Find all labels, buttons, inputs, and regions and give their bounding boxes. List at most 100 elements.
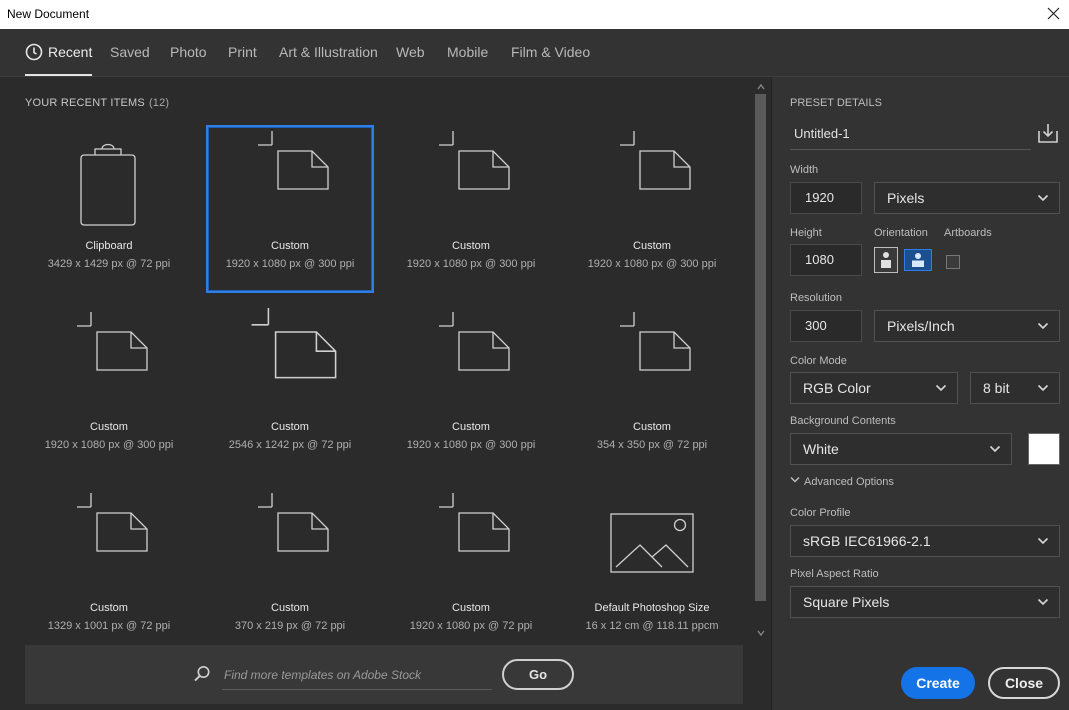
clock-icon bbox=[25, 43, 43, 61]
recent-item-dimensions: 354 x 350 px @ 72 ppi bbox=[596, 439, 708, 451]
scroll-down-icon[interactable] bbox=[756, 628, 766, 638]
recent-item-card[interactable]: Clipboard 3429 x 1429 px @ 72 ppi bbox=[25, 125, 193, 293]
clipboard-icon bbox=[80, 143, 136, 226]
go-button[interactable]: Go bbox=[502, 659, 574, 690]
recent-item-dimensions: 1920 x 1080 px @ 300 ppi bbox=[587, 258, 717, 270]
height-input[interactable]: 1080 bbox=[790, 244, 862, 276]
recent-item-name: Custom bbox=[271, 421, 309, 433]
advanced-options-label: Advanced Options bbox=[804, 476, 894, 488]
width-input[interactable]: 1920 bbox=[790, 182, 862, 214]
title-bar: New Document bbox=[0, 0, 1069, 29]
recent-count: (12) bbox=[148, 97, 170, 109]
recent-item-card[interactable]: Custom 1920 x 1080 px @ 72 ppi bbox=[387, 487, 555, 655]
landscape-orientation-icon[interactable] bbox=[904, 247, 932, 273]
save-preset-icon[interactable] bbox=[1037, 122, 1059, 144]
recent-item-card[interactable]: Custom 1920 x 1080 px @ 300 ppi bbox=[387, 125, 555, 293]
portrait-orientation-icon[interactable] bbox=[874, 247, 898, 273]
color-mode-label: Color Mode bbox=[790, 355, 847, 367]
custom-doc-icon bbox=[258, 493, 329, 552]
tab-label: Recent bbox=[48, 44, 93, 60]
advanced-options-toggle[interactable]: Advanced Options bbox=[790, 476, 894, 488]
resolution-input[interactable]: 300 bbox=[790, 310, 862, 342]
recent-item-card[interactable]: Custom 354 x 350 px @ 72 ppi bbox=[568, 306, 736, 474]
scroll-thumb[interactable] bbox=[755, 94, 766, 601]
document-name-field[interactable]: Untitled-1 bbox=[790, 120, 1031, 150]
tab-web[interactable]: Web bbox=[396, 29, 425, 76]
recent-heading-text: YOUR RECENT ITEMS bbox=[25, 97, 145, 109]
recent-item-card[interactable]: Custom 1920 x 1080 px @ 300 ppi bbox=[206, 125, 374, 293]
custom-doc-icon bbox=[439, 493, 510, 552]
chevron-down-icon bbox=[935, 384, 947, 392]
orientation-label: Orientation bbox=[874, 227, 928, 239]
width-unit-select[interactable]: Pixels bbox=[874, 182, 1060, 214]
recent-item-card[interactable]: Default Photoshop Size 16 x 12 cm @ 118.1… bbox=[568, 487, 736, 655]
background-color-swatch[interactable] bbox=[1028, 433, 1060, 465]
color-mode-value: RGB Color bbox=[803, 380, 871, 396]
recent-item-card[interactable]: Custom 1920 x 1080 px @ 300 ppi bbox=[25, 306, 193, 474]
tab-art-illustration[interactable]: Art & Illustration bbox=[279, 29, 378, 76]
recent-item-card[interactable]: Custom 1920 x 1080 px @ 300 ppi bbox=[568, 125, 736, 293]
scrollbar[interactable] bbox=[753, 80, 769, 640]
chevron-down-icon bbox=[1037, 384, 1049, 392]
recent-item-card[interactable]: Custom 1329 x 1001 px @ 72 ppi bbox=[25, 487, 193, 655]
close-button[interactable]: Close bbox=[988, 667, 1060, 699]
recent-item-name: Custom bbox=[90, 421, 128, 433]
recent-item-dimensions: 1920 x 1080 px @ 72 ppi bbox=[409, 620, 533, 632]
search-icon bbox=[194, 666, 210, 682]
recent-gallery: YOUR RECENT ITEMS (12) Clipboard 3429 x 14… bbox=[0, 77, 770, 710]
recent-item-dimensions: 1920 x 1080 px @ 300 ppi bbox=[225, 258, 355, 270]
recent-item-name: Clipboard bbox=[85, 240, 133, 252]
chevron-down-icon bbox=[1037, 537, 1049, 545]
custom-doc-icon bbox=[620, 131, 691, 190]
recent-item-dimensions: 370 x 219 px @ 72 ppi bbox=[234, 620, 346, 632]
background-contents-label: Background Contents bbox=[790, 415, 896, 427]
recent-item-dimensions: 3429 x 1429 px @ 72 ppi bbox=[47, 258, 171, 270]
tab-film-video[interactable]: Film & Video bbox=[511, 29, 590, 76]
resolution-unit-value: Pixels/Inch bbox=[887, 318, 955, 334]
custom-doc-icon bbox=[77, 493, 148, 552]
custom-doc-icon bbox=[77, 312, 148, 371]
chevron-down-icon bbox=[1037, 194, 1049, 202]
tab-photo[interactable]: Photo bbox=[170, 29, 207, 76]
chevron-down-icon bbox=[989, 445, 1001, 453]
pixel-aspect-value: Square Pixels bbox=[803, 594, 890, 610]
artboards-label: Artboards bbox=[944, 227, 992, 239]
color-mode-select[interactable]: RGB Color bbox=[790, 372, 958, 404]
recent-heading: YOUR RECENT ITEMS (12) bbox=[25, 97, 169, 109]
window-title: New Document bbox=[7, 7, 90, 21]
tab-print[interactable]: Print bbox=[228, 29, 257, 76]
recent-item-dimensions: 1920 x 1080 px @ 300 ppi bbox=[406, 439, 536, 451]
background-contents-select[interactable]: White bbox=[790, 433, 1012, 465]
chevron-down-icon bbox=[790, 476, 800, 483]
stock-search-bar: Go bbox=[25, 645, 743, 704]
resolution-unit-select[interactable]: Pixels/Inch bbox=[874, 310, 1060, 342]
category-tabs: Recent Saved Photo Print Art & Illustrat… bbox=[0, 29, 1069, 77]
chevron-down-icon bbox=[1037, 598, 1049, 606]
width-label: Width bbox=[790, 164, 819, 176]
color-profile-label: Color Profile bbox=[790, 507, 851, 519]
recent-item-name: Custom bbox=[633, 421, 671, 433]
create-button[interactable]: Create bbox=[901, 667, 975, 699]
custom-doc-icon bbox=[258, 131, 329, 190]
recent-item-card[interactable]: Custom 2546 x 1242 px @ 72 ppi bbox=[206, 306, 374, 474]
color-profile-select[interactable]: sRGB IEC61966-2.1 bbox=[790, 525, 1060, 557]
pixel-aspect-select[interactable]: Square Pixels bbox=[790, 586, 1060, 618]
stock-search-input[interactable] bbox=[222, 660, 492, 690]
image-icon bbox=[610, 513, 694, 573]
tab-recent[interactable]: Recent bbox=[25, 29, 93, 76]
recent-item-name: Custom bbox=[90, 602, 128, 614]
tab-mobile[interactable]: Mobile bbox=[447, 29, 488, 76]
recent-item-card[interactable]: Custom 1920 x 1080 px @ 300 ppi bbox=[387, 306, 555, 474]
scroll-up-icon[interactable] bbox=[756, 82, 766, 92]
recent-item-name: Custom bbox=[271, 240, 309, 252]
recent-item-card[interactable]: Custom 370 x 219 px @ 72 ppi bbox=[206, 487, 374, 655]
bit-depth-select[interactable]: 8 bit bbox=[970, 372, 1060, 404]
recent-item-dimensions: 1920 x 1080 px @ 300 ppi bbox=[44, 439, 174, 451]
preset-heading: PRESET DETAILS bbox=[790, 97, 882, 109]
tab-saved[interactable]: Saved bbox=[110, 29, 150, 76]
close-window-icon[interactable] bbox=[1039, 0, 1069, 29]
artboards-checkbox[interactable] bbox=[946, 255, 960, 269]
resolution-label: Resolution bbox=[790, 292, 842, 304]
recent-item-dimensions: 1329 x 1001 px @ 72 ppi bbox=[47, 620, 171, 632]
width-unit-value: Pixels bbox=[887, 190, 925, 206]
